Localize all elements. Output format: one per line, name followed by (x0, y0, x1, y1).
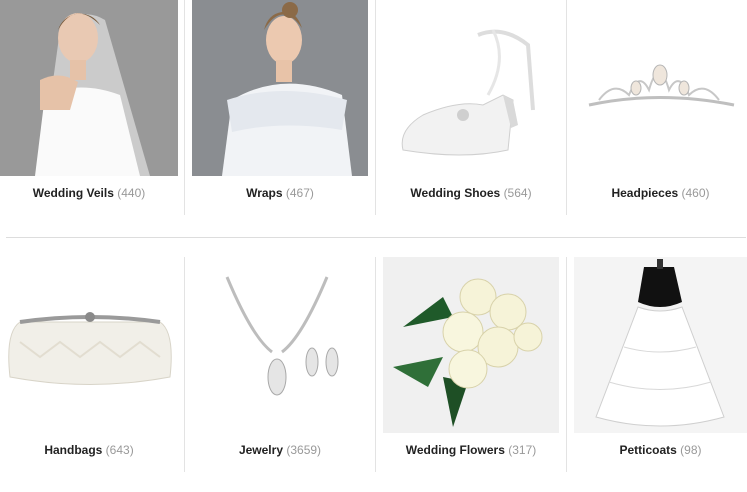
category-tile-wraps[interactable]: Wraps (467) (192, 0, 368, 215)
category-label: Handbags (44, 443, 103, 457)
category-count: (317) (508, 443, 537, 457)
headpieces-caption[interactable]: Headpieces (460) (574, 186, 747, 200)
category-count: (460) (681, 186, 710, 200)
category-tile-wedding-shoes[interactable]: Wedding Shoes (564) (383, 0, 559, 215)
petticoats-caption[interactable]: Petticoats (98) (574, 443, 747, 457)
wedding-veils-image[interactable] (0, 0, 178, 176)
wedding-veils-caption[interactable]: Wedding Veils (440) (0, 186, 178, 200)
category-label: Headpieces (611, 186, 679, 200)
category-tile-headpieces[interactable]: Headpieces (460) (574, 0, 747, 215)
category-count: (467) (285, 186, 314, 200)
jewelry-image[interactable] (192, 257, 368, 433)
category-tile-petticoats[interactable]: Petticoats (98) (574, 257, 747, 472)
wedding-flowers-image[interactable] (383, 257, 559, 433)
category-tile-handbags[interactable]: Handbags (643) (0, 257, 178, 472)
category-label: Wedding Veils (32, 186, 114, 200)
category-count: (440) (117, 186, 146, 200)
column-divider (375, 0, 376, 215)
category-label: Wraps (246, 186, 283, 200)
handbags-image[interactable] (0, 257, 178, 433)
category-tile-jewelry[interactable]: Jewelry (3659) (192, 257, 368, 472)
category-label: Wedding Flowers (405, 443, 505, 457)
column-divider (184, 257, 185, 472)
wraps-caption[interactable]: Wraps (467) (192, 186, 368, 200)
column-divider (375, 257, 376, 472)
wraps-image[interactable] (192, 0, 368, 176)
row-divider (6, 237, 746, 238)
wedding-shoes-caption[interactable]: Wedding Shoes (564) (383, 186, 559, 200)
category-label: Petticoats (619, 443, 677, 457)
category-tile-wedding-flowers[interactable]: Wedding Flowers (317) (383, 257, 559, 472)
category-count: (3659) (286, 443, 322, 457)
wedding-flowers-caption[interactable]: Wedding Flowers (317) (383, 443, 559, 457)
category-label: Wedding Shoes (410, 186, 501, 200)
column-divider (566, 0, 567, 215)
column-divider (566, 257, 567, 472)
category-count: (643) (105, 443, 134, 457)
jewelry-caption[interactable]: Jewelry (3659) (192, 443, 368, 457)
handbags-caption[interactable]: Handbags (643) (0, 443, 178, 457)
wedding-shoes-image[interactable] (383, 0, 559, 176)
category-count: (564) (503, 186, 532, 200)
category-count: (98) (680, 443, 702, 457)
petticoats-image[interactable] (574, 257, 747, 433)
category-tile-wedding-veils[interactable]: Wedding Veils (440) (0, 0, 178, 215)
column-divider (184, 0, 185, 215)
category-label: Jewelry (238, 443, 283, 457)
headpieces-image[interactable] (574, 0, 747, 176)
